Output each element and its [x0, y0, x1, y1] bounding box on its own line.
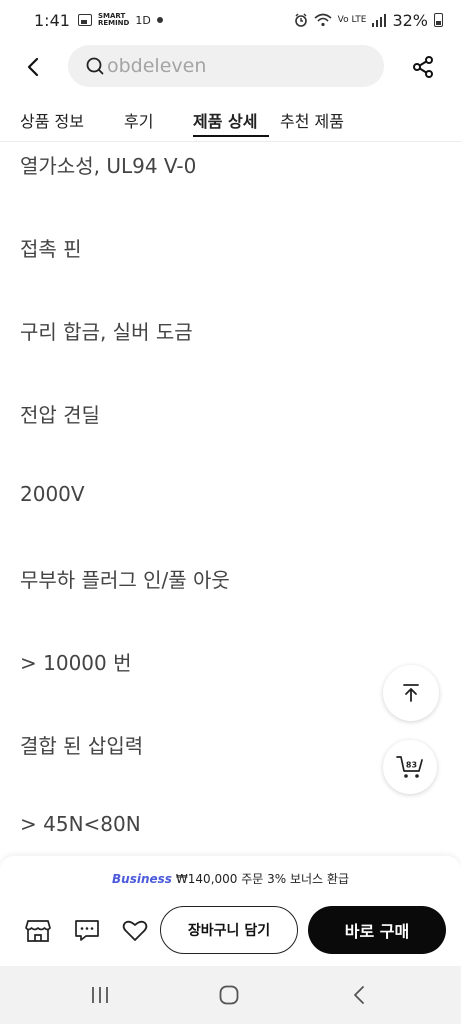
battery-percent: 32%: [392, 10, 428, 30]
tab-product-detail[interactable]: 제품 상세: [193, 108, 257, 132]
tab-product-info[interactable]: 상품 정보: [20, 108, 84, 132]
search-header: [0, 40, 461, 94]
home-icon: [219, 985, 239, 1005]
add-to-cart-button[interactable]: 장바구니 담기: [160, 906, 298, 954]
search-icon: [84, 55, 106, 77]
detail-line: 2000V: [20, 482, 85, 506]
search-input[interactable]: [107, 55, 367, 77]
smart-remind-label: SMART REMIND: [97, 12, 130, 27]
recent-apps-icon: [92, 987, 108, 1003]
home-button[interactable]: [214, 980, 244, 1010]
detail-line: > 45N<80N: [20, 812, 141, 836]
cart-icon: 83: [396, 756, 423, 778]
detail-line: 무부하 플러그 인/풀 아웃: [20, 568, 230, 592]
detail-line: > 10000 번: [20, 651, 132, 675]
scroll-to-top-button[interactable]: [383, 665, 439, 721]
share-button[interactable]: [406, 50, 440, 84]
wifi-icon: [314, 13, 332, 27]
bottom-action-bar: Business ₩140,000 주문 3% 보너스 환급 장바구니 담기 바로…: [0, 856, 461, 966]
back-nav-icon: [354, 986, 364, 1004]
tab-reviews[interactable]: 후기: [124, 108, 153, 132]
chat-icon: [75, 920, 99, 941]
notification-label: 1D: [135, 13, 151, 27]
detail-line: 접촉 핀: [20, 237, 82, 261]
business-promo: Business ₩140,000 주문 3% 보너스 환급: [0, 870, 461, 887]
heart-icon: [122, 920, 148, 941]
tab-recommended[interactable]: 추천 제품: [280, 108, 344, 132]
product-tabs: 상품 정보 후기 제품 상세 추천 제품: [0, 98, 461, 142]
status-bar: 1:41 SMART REMIND 1D Vo LTE 32%: [0, 0, 461, 40]
back-nav-button[interactable]: [344, 980, 374, 1010]
status-time: 1:41: [34, 10, 70, 30]
back-button[interactable]: [16, 50, 50, 84]
share-icon: [413, 56, 433, 78]
volte-label: Vo LTE: [337, 15, 367, 25]
chevron-left-icon: [27, 57, 39, 77]
status-left: 1:41 SMART REMIND 1D: [34, 11, 163, 30]
status-right: Vo LTE 32%: [294, 11, 443, 30]
active-tab-indicator: [193, 135, 269, 137]
detail-line: 열가소성, UL94 V-0: [20, 154, 197, 178]
detail-line: 구리 합금, 실버 도금: [20, 320, 193, 344]
dot-icon: [156, 17, 163, 23]
gallery-icon: [77, 14, 92, 26]
cart-button[interactable]: 83: [383, 740, 437, 794]
system-nav-bar: [0, 966, 461, 1024]
promo-text: ₩140,000 주문 3% 보너스 환급: [175, 872, 349, 886]
status-notification-icons: SMART REMIND 1D: [77, 12, 163, 27]
battery-icon: [434, 13, 443, 27]
business-brand: Business: [112, 872, 172, 886]
detail-line: 결합 된 삽입력: [20, 734, 144, 758]
cart-count: 83: [406, 761, 417, 770]
recent-apps-button[interactable]: [85, 980, 115, 1010]
store-button[interactable]: [23, 916, 53, 946]
arrow-up-icon: [403, 684, 419, 702]
detail-line: 전압 견딜: [20, 403, 100, 427]
store-icon: [25, 920, 51, 942]
search-bar[interactable]: [68, 45, 384, 87]
alarm-icon: [294, 13, 307, 27]
wishlist-button[interactable]: [120, 916, 150, 946]
signal-icon: [372, 13, 387, 27]
buy-now-button[interactable]: 바로 구매: [308, 906, 446, 954]
chat-button[interactable]: [72, 916, 102, 946]
